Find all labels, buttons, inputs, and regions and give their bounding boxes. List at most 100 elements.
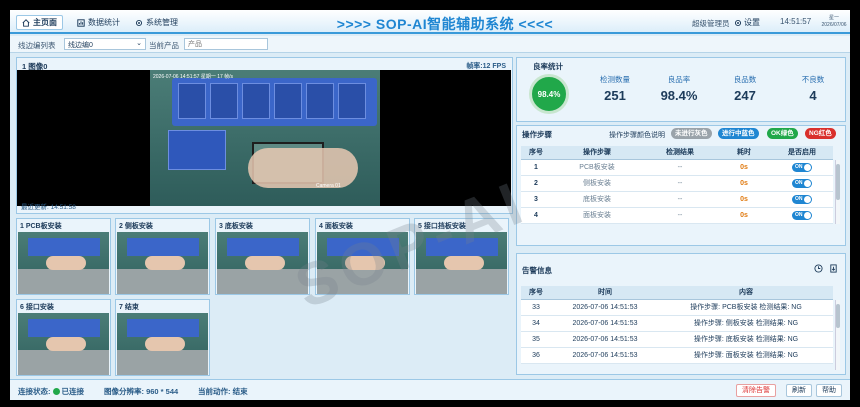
weekday: 星一 bbox=[828, 15, 839, 21]
enable-toggle[interactable]: ON bbox=[792, 194, 812, 204]
table-row[interactable]: 1 PCB板安装 -- 0s ON bbox=[521, 159, 833, 176]
settings-gear-icon bbox=[734, 19, 742, 26]
tab-statistics[interactable]: 数据统计 bbox=[72, 15, 125, 30]
table-row[interactable]: 36 2026-07-06 14:51:53 操作步骤: 面板安装 检测结果: … bbox=[521, 347, 833, 364]
alarm-title: 告警信息 bbox=[522, 266, 552, 275]
step-no: 3 bbox=[521, 191, 551, 208]
stat-value-count: 251 bbox=[604, 88, 626, 103]
steps-scrollbar-thumb[interactable] bbox=[836, 164, 840, 200]
step-result: -- bbox=[643, 191, 717, 208]
table-row[interactable]: 33 2026-07-06 14:51:53 操作步骤: PCB板安装 检测结果… bbox=[521, 299, 833, 316]
operator-hands bbox=[248, 148, 358, 188]
toggle-label: ON bbox=[795, 211, 803, 218]
parts-bin-left bbox=[168, 130, 226, 170]
col-time: 耗时 bbox=[717, 146, 771, 160]
alarm-scrollbar[interactable] bbox=[835, 300, 840, 370]
table-row[interactable]: 3 底板安装 -- 0s ON bbox=[521, 191, 833, 208]
step-name: 面板安装 bbox=[551, 207, 643, 224]
status-bar: 连接状态: 已连接 图像分辨率: 960 * 544 当前动作: 结束 清除告警 … bbox=[10, 379, 850, 400]
product-input[interactable] bbox=[184, 38, 268, 50]
steps-title: 操作步骤 bbox=[522, 130, 552, 139]
yield-stats-title: 良率统计 bbox=[533, 62, 563, 71]
alarm-time: 2026-07-06 14:51:53 bbox=[551, 347, 659, 364]
step-time: 0s bbox=[717, 175, 771, 192]
step-result: -- bbox=[643, 159, 717, 176]
enable-toggle[interactable]: ON bbox=[792, 162, 812, 172]
table-row[interactable]: 2 侧板安装 -- 0s ON bbox=[521, 175, 833, 192]
tab-home[interactable]: 主页面 bbox=[16, 15, 63, 30]
top-bar: 主页面 数据统计 系统管理 >>>> SOP-AI智能辅助系统 <<<< 超级管… bbox=[10, 10, 850, 34]
step-enabled-cell: ON bbox=[771, 159, 833, 176]
steps-table-header: 序号 操作步骤 检测结果 耗时 是否启用 bbox=[521, 146, 833, 160]
parts-bin-row bbox=[172, 78, 377, 126]
line-select[interactable]: 线边编0 ⌄ bbox=[64, 38, 146, 50]
step-thumbnail[interactable]: 1 PCB板安装 bbox=[16, 218, 111, 295]
date: 2026/07/06 bbox=[821, 22, 847, 28]
step-thumbnail[interactable]: 7 结束 bbox=[115, 299, 210, 376]
date-box: 星一 2026/07/06 bbox=[818, 15, 850, 29]
step-time: 0s bbox=[717, 159, 771, 176]
settings-button[interactable]: 设置 bbox=[734, 17, 760, 28]
step-enabled-cell: ON bbox=[771, 175, 833, 192]
step-thumbnail[interactable]: 2 侧板安装 bbox=[115, 218, 210, 295]
help-button[interactable]: 帮助 bbox=[816, 384, 842, 397]
table-row[interactable]: 35 2026-07-06 14:51:53 操作步骤: 底板安装 检测结果: … bbox=[521, 331, 833, 348]
table-row[interactable]: 4 面板安装 -- 0s ON bbox=[521, 207, 833, 224]
gear-icon bbox=[135, 19, 143, 26]
alarm-no: 35 bbox=[521, 331, 551, 348]
alarm-content: 操作步骤: 底板安装 检测结果: NG bbox=[659, 331, 833, 348]
legend-ok-badge: OK绿色 bbox=[767, 128, 798, 139]
line-select-value: 线边编0 bbox=[68, 42, 93, 49]
stat-label-good: 良品数 bbox=[733, 75, 757, 84]
alarm-table-header: 序号 时间 内容 bbox=[521, 286, 833, 300]
user-label: 超级管理员 bbox=[692, 19, 730, 28]
alarm-table: 序号 时间 内容 33 2026-07-06 14:51:53 操作步骤: PC… bbox=[521, 286, 833, 364]
legend-pending-badge: 未进行灰色 bbox=[671, 128, 712, 139]
alarm-content: 操作步骤: 面板安装 检测结果: NG bbox=[659, 347, 833, 364]
enable-toggle[interactable]: ON bbox=[792, 178, 812, 188]
enable-toggle[interactable]: ON bbox=[792, 210, 812, 220]
alarm-scrollbar-thumb[interactable] bbox=[836, 304, 840, 328]
step-thumbnail[interactable]: 5 接口挡板安装 bbox=[414, 218, 509, 295]
thumbnail-image bbox=[217, 232, 308, 294]
alarm-panel: 告警信息 序号 时间 内容 33 2026-07-06 14:51:53 操作步… bbox=[516, 253, 846, 375]
tab-system[interactable]: 系统管理 bbox=[130, 15, 183, 30]
thumbnail-image bbox=[18, 313, 109, 375]
yield-ring: 98.4% bbox=[529, 74, 569, 114]
refresh-button[interactable]: 刷新 bbox=[786, 384, 812, 397]
table-row[interactable]: 34 2026-07-06 14:51:53 操作步骤: 侧板安装 检测结果: … bbox=[521, 315, 833, 332]
col-no: 序号 bbox=[521, 146, 551, 160]
thumbnail-title: 1 PCB板安装 bbox=[20, 223, 62, 230]
video-feed[interactable]: 2026-07-06 14:51:57 星期一 17 帧/s Camera 01 bbox=[17, 70, 511, 206]
video-overlay-time: 2026-07-06 14:51:57 星期一 17 帧/s bbox=[153, 74, 234, 80]
step-thumbnail[interactable]: 6 接口安装 bbox=[16, 299, 111, 376]
app-title: >>>> SOP-AI智能辅助系统 <<<< bbox=[336, 16, 554, 32]
thumbnail-title: 7 结束 bbox=[119, 304, 139, 311]
home-icon bbox=[22, 18, 30, 27]
toggle-label: ON bbox=[795, 195, 803, 202]
connection-value: 已连接 bbox=[61, 387, 85, 396]
alarm-no: 36 bbox=[521, 347, 551, 364]
step-thumbnail[interactable]: 3 底板安装 bbox=[215, 218, 310, 295]
toggle-label: ON bbox=[795, 163, 803, 170]
export-icon[interactable] bbox=[829, 264, 838, 273]
steps-scrollbar[interactable] bbox=[835, 160, 840, 224]
operation-steps-panel: 操作步骤 操作步骤颜色说明 未进行灰色 进行中蓝色 OK绿色 NG红色 序号 操… bbox=[516, 125, 846, 246]
alarm-content: 操作步骤: PCB板安装 检测结果: NG bbox=[659, 299, 833, 316]
clock: 14:51:57 bbox=[780, 17, 812, 26]
step-result: -- bbox=[643, 175, 717, 192]
stat-value-rate: 98.4% bbox=[660, 88, 698, 103]
step-thumbnail[interactable]: 4 面板安装 bbox=[315, 218, 410, 295]
clear-alarm-button[interactable]: 清除告警 bbox=[736, 384, 776, 397]
step-result: -- bbox=[643, 207, 717, 224]
line-list-label: 线边编列表 bbox=[18, 41, 56, 50]
clock-icon[interactable] bbox=[814, 264, 823, 273]
step-no: 1 bbox=[521, 159, 551, 176]
yield-ring-value: 98.4% bbox=[537, 89, 561, 99]
stat-label-count: 检测数量 bbox=[600, 75, 630, 84]
col-result: 检测结果 bbox=[643, 146, 717, 160]
step-time: 0s bbox=[717, 207, 771, 224]
step-name: 底板安装 bbox=[551, 191, 643, 208]
alarm-content: 操作步骤: 侧板安装 检测结果: NG bbox=[659, 315, 833, 332]
thumbnail-title: 4 面板安装 bbox=[319, 223, 353, 230]
